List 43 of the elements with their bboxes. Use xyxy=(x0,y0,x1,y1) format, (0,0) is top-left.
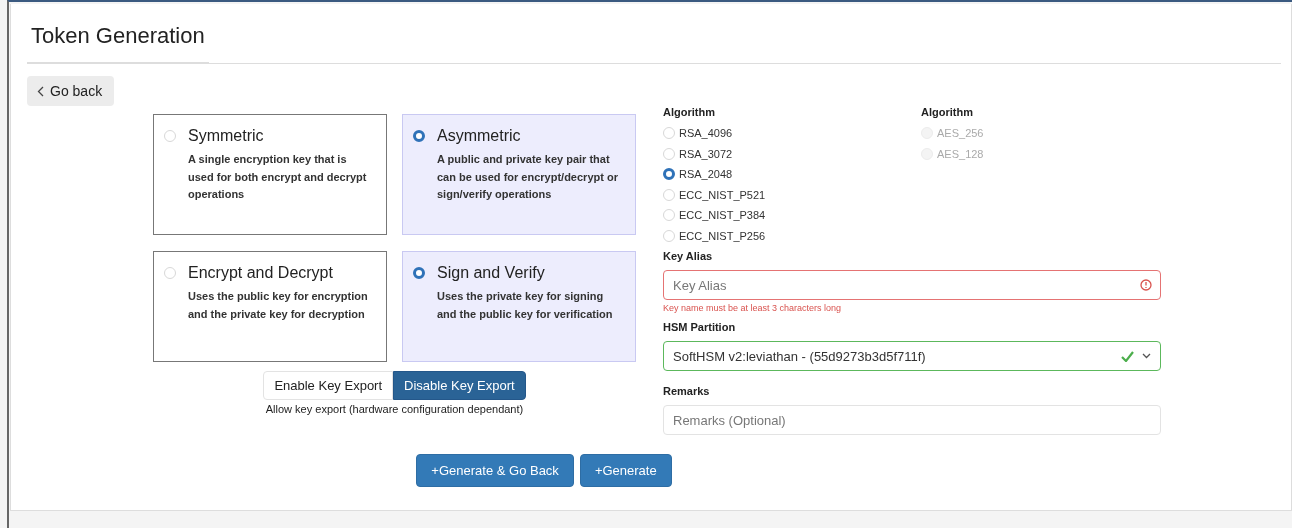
generate-button[interactable]: +Generate xyxy=(579,454,672,487)
option-label: RSA_4096 xyxy=(679,127,733,140)
card-description: Uses the public key for encryption and the private key for decryption xyxy=(188,289,369,322)
radio-button[interactable] xyxy=(413,130,425,142)
option-label: ECC_NIST_P384 xyxy=(679,209,766,222)
key-type-card[interactable]: Encrypt and Decrypt Uses the public key for encryption and the private key for decryption xyxy=(153,251,387,362)
algorithm-label: Algorithm xyxy=(921,106,974,118)
option-label: ECC_NIST_P256 xyxy=(679,229,766,242)
field-label: Key Alias xyxy=(663,250,714,262)
card-description: Uses the private key for signing and the public key for verification xyxy=(437,289,614,322)
option-label: AES_256 xyxy=(937,127,984,140)
export-hint: Allow key export (hardware configuration dependant) xyxy=(265,403,524,415)
key-alias-field[interactable]: Key Alias xyxy=(663,270,1161,300)
error-icon xyxy=(1140,279,1152,291)
check-icon xyxy=(1121,350,1134,362)
error-message: Key name must be at least 3 characters long xyxy=(663,303,843,313)
option-label: RSA_3072 xyxy=(679,147,733,160)
algorithm-label: Algorithm xyxy=(663,106,716,118)
page-title: Token Generation xyxy=(27,4,209,63)
key-type-card[interactable]: Sign and Verify Uses the private key for signing and the public key for verification xyxy=(402,251,636,362)
partition-select[interactable]: SoftHSM v2:leviathan - (55d9273b3d5f711f) xyxy=(663,341,1161,371)
chevron-left-icon xyxy=(37,85,44,97)
radio-button[interactable] xyxy=(413,267,425,279)
card-title: Sign and Verify xyxy=(437,264,546,282)
field-label: HSM Partition xyxy=(663,321,737,333)
field-label: Remarks xyxy=(663,385,711,397)
key-type-card[interactable]: Asymmetric A public and private key pair that can be used for encrypt/decrypt or sign/verify operations xyxy=(402,114,636,235)
generate-button[interactable]: +Generate & Go Back xyxy=(416,454,574,487)
toggle-button[interactable]: Disable Key Export xyxy=(393,371,526,400)
radio-button[interactable] xyxy=(663,168,675,181)
toggle-button[interactable]: Enable Key Export xyxy=(263,371,394,400)
option-label: ECC_NIST_P521 xyxy=(679,188,766,201)
chevron-down-icon xyxy=(1142,353,1151,359)
option-label: AES_128 xyxy=(937,147,984,160)
key-type-card[interactable]: Symmetric A single encryption key that is used for both encrypt and decrypt operations xyxy=(153,114,387,235)
card-description: A single encryption key that is used for both encrypt and decrypt operations xyxy=(188,152,368,202)
option-label: RSA_2048 xyxy=(679,168,733,181)
card-description: A public and private key pair that can be used for encrypt/decrypt or sign/verify operations xyxy=(437,152,619,202)
card-title: Encrypt and Decrypt xyxy=(188,264,334,282)
card-title: Symmetric xyxy=(188,127,265,145)
remarks-field[interactable]: Remarks (Optional) xyxy=(663,405,1161,435)
back-button[interactable]: Go back xyxy=(27,76,115,106)
card-title: Asymmetric xyxy=(437,127,522,145)
